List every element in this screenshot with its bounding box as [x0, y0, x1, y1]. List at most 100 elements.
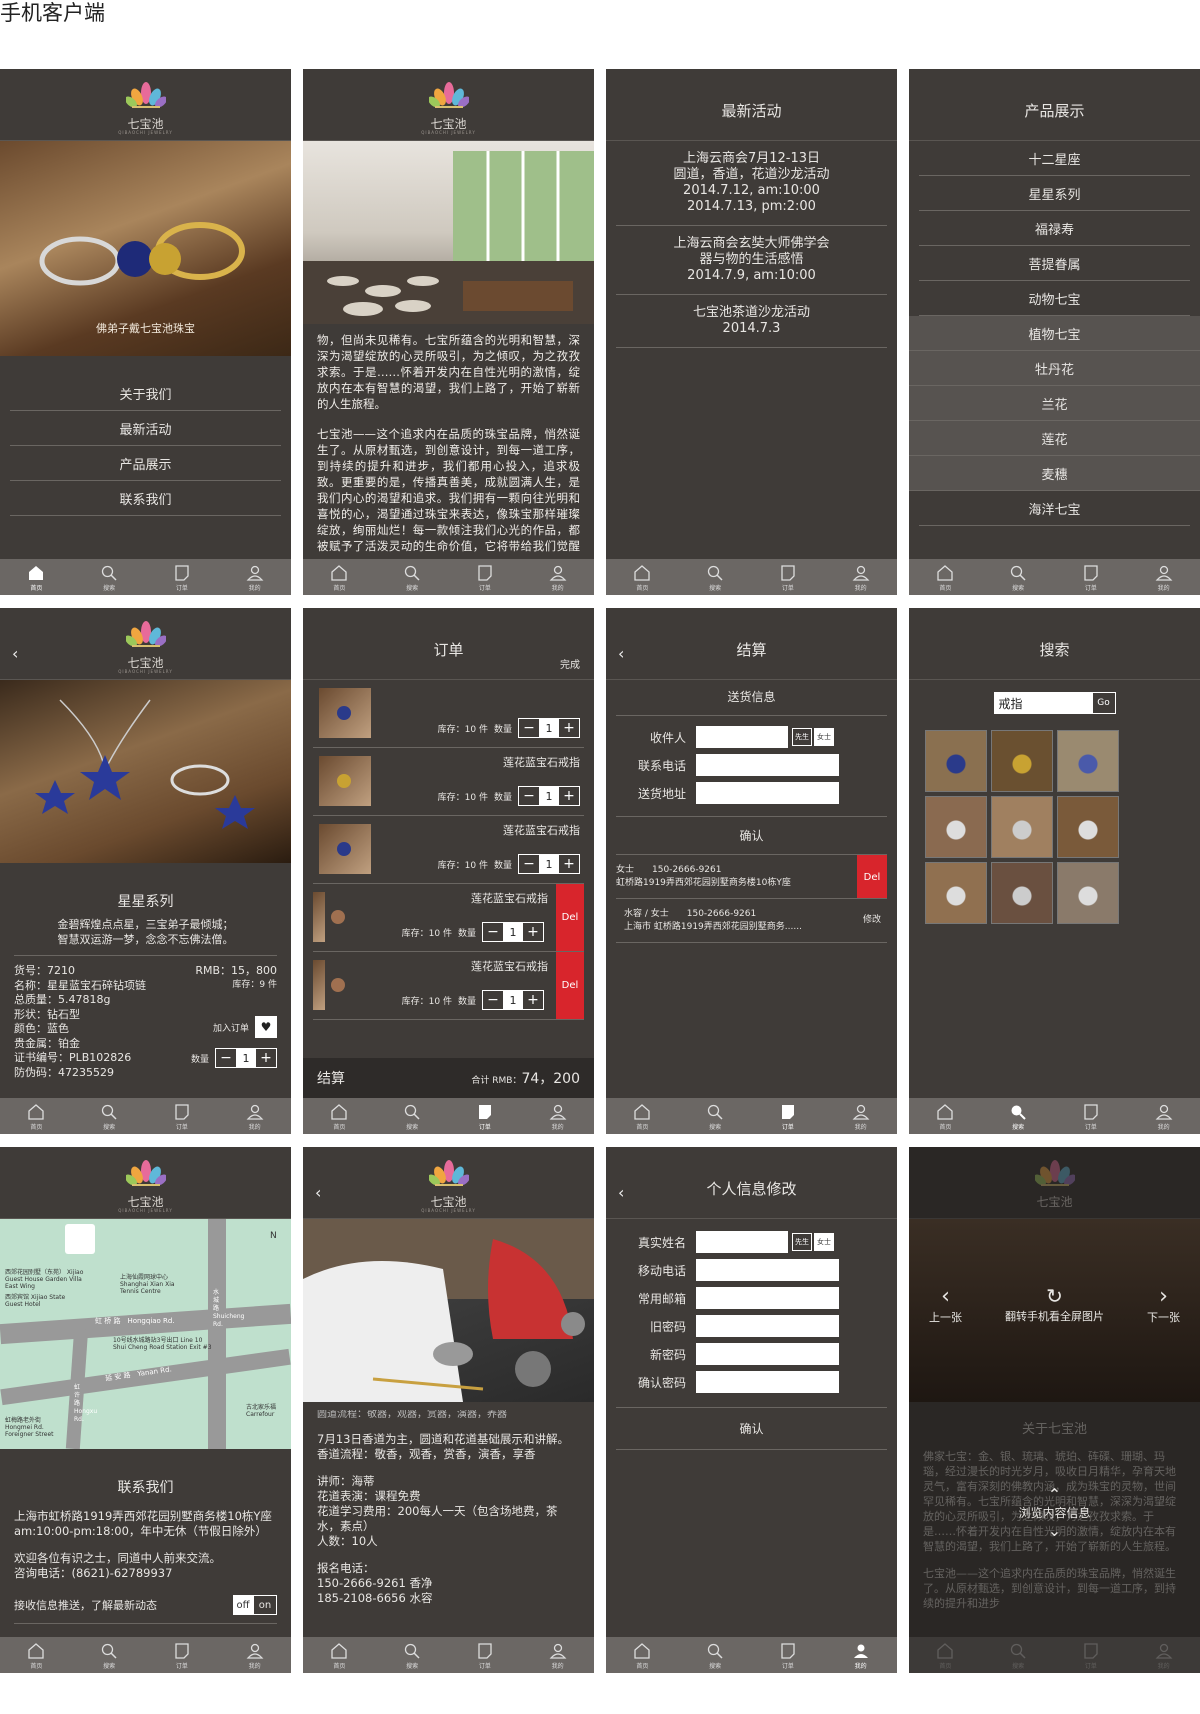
product-category-item[interactable]: 十二星座	[919, 141, 1190, 176]
plus-icon[interactable]: +	[559, 719, 579, 737]
tab-home[interactable]: 首页	[0, 1098, 73, 1134]
profile-input[interactable]	[696, 1343, 839, 1365]
search-result-thumb[interactable]	[991, 796, 1053, 858]
delete-button[interactable]: Del	[556, 952, 584, 1019]
cart-item[interactable]: 库存：10 件数量 −1 +	[313, 680, 584, 748]
tab-search[interactable]: 搜索	[73, 559, 146, 595]
tab-user[interactable]: 我的	[218, 559, 291, 595]
menu-item-products[interactable]: 产品展示	[10, 446, 281, 481]
qty-value[interactable]: 1	[236, 1049, 256, 1067]
profile-input[interactable]	[696, 1315, 839, 1337]
tab-home[interactable]: 首页	[303, 1637, 376, 1673]
tab-user[interactable]: 我的	[218, 1637, 291, 1673]
confirm-button[interactable]: 确认	[616, 817, 887, 855]
quantity-stepper[interactable]: −1 +	[482, 990, 544, 1010]
tab-user[interactable]: 我的	[824, 559, 897, 595]
event-item[interactable]: 上海云商会7月12-13日 圆道，香道，花道沙龙活动 2014.7.12, am:1…	[616, 141, 887, 226]
checkout-button[interactable]: 结算	[317, 1068, 345, 1088]
tab-order[interactable]: 订单	[1055, 1637, 1128, 1673]
tab-home[interactable]: 首页	[909, 559, 982, 595]
minus-icon[interactable]: −	[483, 991, 503, 1009]
qty-value[interactable]: 1	[503, 991, 523, 1009]
tab-search[interactable]: 搜索	[376, 559, 449, 595]
minus-icon[interactable]: −	[519, 855, 539, 873]
tab-user[interactable]: 我的	[521, 559, 594, 595]
product-category-item[interactable]: 福禄寿	[919, 211, 1190, 246]
tab-search[interactable]: 搜索	[982, 559, 1055, 595]
product-category-item[interactable]: 植物七宝	[909, 316, 1200, 351]
search-result-thumb[interactable]	[925, 730, 987, 792]
search-result-thumb[interactable]	[925, 862, 987, 924]
search-result-thumb[interactable]	[1057, 862, 1119, 924]
minus-icon[interactable]: −	[519, 719, 539, 737]
done-button[interactable]: 完成	[560, 656, 580, 671]
prev-button[interactable]: ‹ 上一张	[929, 1284, 962, 1325]
quantity-stepper[interactable]: −1 +	[518, 786, 580, 806]
event-item[interactable]: 七宝池茶道沙龙活动 2014.7.3	[616, 295, 887, 348]
profile-input[interactable]	[696, 1231, 788, 1253]
tab-home[interactable]: 首页	[606, 1637, 679, 1673]
back-icon[interactable]: ‹	[618, 1183, 624, 1202]
product-category-item[interactable]: 动物七宝	[919, 281, 1190, 316]
ms-toggle[interactable]: 女士	[814, 1233, 834, 1251]
qty-value[interactable]: 1	[539, 855, 559, 873]
address-row-2[interactable]: 水容 / 女士 150-2666-9261 上海市 虹桥路1919弄西郊花园别墅…	[616, 899, 887, 943]
search-result-thumb[interactable]	[925, 796, 987, 858]
add-cart-icon[interactable]: ♥	[255, 1016, 277, 1038]
next-button[interactable]: › 下一张	[1147, 1284, 1180, 1325]
tab-order[interactable]: 订单	[146, 1637, 219, 1673]
plus-icon[interactable]: +	[559, 787, 579, 805]
tab-search[interactable]: 搜索	[679, 1637, 752, 1673]
profile-input[interactable]	[696, 1371, 839, 1393]
tab-home[interactable]: 首页	[303, 559, 376, 595]
tab-order[interactable]: 订单	[449, 1098, 522, 1134]
menu-item-contact[interactable]: 联系我们	[10, 481, 281, 516]
plus-icon[interactable]: +	[256, 1049, 276, 1067]
tab-order[interactable]: 订单	[1055, 559, 1128, 595]
quantity-stepper[interactable]: −1 +	[215, 1048, 277, 1068]
tab-order[interactable]: 订单	[1055, 1098, 1128, 1134]
go-button[interactable]: Go	[1091, 692, 1116, 714]
menu-item-events[interactable]: 最新活动	[10, 411, 281, 446]
tab-home[interactable]: 首页	[0, 1637, 73, 1673]
recipient-input[interactable]	[696, 726, 788, 748]
tab-search[interactable]: 搜索	[679, 1098, 752, 1134]
tab-user[interactable]: 我的	[1127, 1637, 1200, 1673]
tab-order[interactable]: 订单	[146, 1098, 219, 1134]
tab-search[interactable]: 搜索	[982, 1637, 1055, 1673]
product-category-item[interactable]: 莲花	[909, 421, 1200, 456]
tab-search[interactable]: 搜索	[376, 1637, 449, 1673]
cart-item[interactable]: 莲花蓝宝石戒指 库存：10 件数量 −1 +	[313, 816, 584, 884]
back-icon[interactable]: ‹	[618, 644, 624, 663]
tab-order[interactable]: 订单	[449, 559, 522, 595]
tab-search[interactable]: 搜索	[982, 1098, 1055, 1134]
tab-user[interactable]: 我的	[218, 1098, 291, 1134]
address-input[interactable]	[696, 782, 839, 804]
minus-icon[interactable]: −	[216, 1049, 236, 1067]
tab-order[interactable]: 订单	[752, 559, 825, 595]
search-result-thumb[interactable]	[1057, 796, 1119, 858]
cart-item[interactable]: 莲花蓝宝石戒指 库存：10 件数量 −1 +	[313, 748, 584, 816]
mr-toggle[interactable]: 先生	[792, 1233, 812, 1251]
event-item[interactable]: 上海云商会玄奘大师佛学会 器与物的生活感悟 2014.7.9, am:10:00	[616, 226, 887, 295]
address-row-1[interactable]: 女士 150-2666-9261 虹桥路1919弄西郊花园别墅商务楼10栋Y座 …	[616, 855, 887, 899]
plus-icon[interactable]: +	[559, 855, 579, 873]
qty-value[interactable]: 1	[539, 719, 559, 737]
cart-item[interactable]: 莲花蓝宝石戒指 库存：10 件数量 −1 + Del	[313, 952, 584, 1020]
edit-button[interactable]: 修改	[863, 914, 881, 927]
quantity-stepper[interactable]: −1 +	[518, 854, 580, 874]
plus-icon[interactable]: +	[523, 991, 543, 1009]
delete-button[interactable]: Del	[857, 855, 887, 898]
tab-home[interactable]: 首页	[0, 559, 73, 595]
mr-toggle[interactable]: 先生	[792, 728, 812, 746]
tab-order[interactable]: 订单	[752, 1637, 825, 1673]
minus-icon[interactable]: −	[519, 787, 539, 805]
tab-home[interactable]: 首页	[606, 1098, 679, 1134]
tab-user[interactable]: 我的	[1127, 559, 1200, 595]
tab-order[interactable]: 订单	[752, 1098, 825, 1134]
tab-user[interactable]: 我的	[824, 1637, 897, 1673]
plus-icon[interactable]: +	[523, 923, 543, 941]
tab-search[interactable]: 搜索	[73, 1637, 146, 1673]
tab-home[interactable]: 首页	[909, 1098, 982, 1134]
tab-user[interactable]: 我的	[824, 1098, 897, 1134]
